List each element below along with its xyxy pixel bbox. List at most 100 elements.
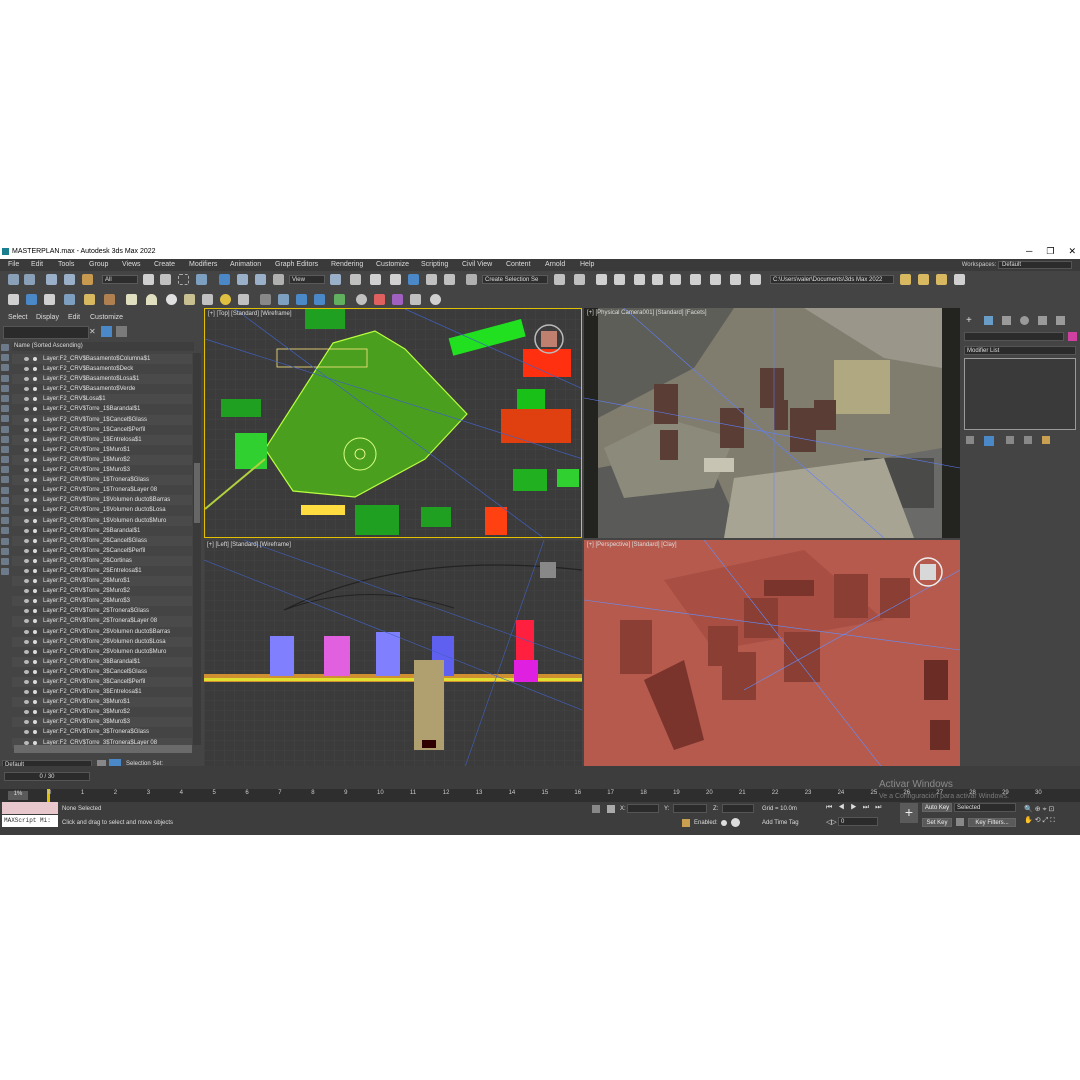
schematic-view-icon[interactable]	[670, 274, 681, 285]
eye-icon[interactable]	[24, 548, 29, 553]
align-icon[interactable]	[574, 274, 585, 285]
maxscript-listener-input[interactable]	[2, 802, 58, 814]
eye-icon[interactable]	[24, 437, 29, 442]
funnel-icon[interactable]	[1, 537, 9, 545]
sun-icon[interactable]	[220, 294, 231, 305]
menu-rendering[interactable]: Rendering	[331, 261, 363, 268]
time-slider[interactable]: 0 / 30	[4, 772, 90, 781]
edit-named-selection-icon[interactable]	[466, 274, 477, 285]
create-icon[interactable]	[26, 294, 37, 305]
geosphere-icon[interactable]	[166, 294, 177, 305]
layer-row[interactable]: Layer:F2_CRV$Torre_2$Tronera$Layer 08	[12, 616, 192, 627]
playback-controls[interactable]: ⏮◀▶⏭⏭	[826, 804, 896, 813]
light-bulb-icon[interactable]	[33, 407, 37, 412]
viewport-top[interactable]: [+] [Top] [Standard] [Wireframe]	[204, 308, 582, 538]
eye-icon[interactable]	[24, 740, 29, 745]
toggle-scene-explorer-icon[interactable]	[596, 274, 607, 285]
dome-icon[interactable]	[146, 294, 157, 305]
layer-row[interactable]: Layer:F2_CRV$Torre_2$Muro$2	[12, 586, 192, 596]
key-mode-icon[interactable]: ◁▷	[826, 818, 837, 826]
layer-row[interactable]: Layer:F2_CRV$Torre_3$Cancel$Perfil	[12, 677, 192, 688]
spinner-snap-icon[interactable]	[444, 274, 455, 285]
layer-row[interactable]: Layer:F2_CRV$Basamento$Verde	[12, 384, 192, 394]
isolate-selection-icon[interactable]	[592, 805, 600, 813]
motion-tab-icon[interactable]	[1020, 316, 1029, 325]
auto-key-button[interactable]: Auto Key	[922, 803, 952, 812]
unlink-icon[interactable]	[64, 274, 75, 285]
menu-file[interactable]: File	[8, 261, 19, 268]
name-column-header[interactable]: Name (Sorted Ascending)	[12, 342, 194, 351]
render-sphere-icon[interactable]	[356, 294, 367, 305]
eye-icon[interactable]	[24, 377, 29, 382]
redo-icon[interactable]	[24, 274, 35, 285]
layer-row[interactable]: Layer:F2_CRV$Torre_1$Muro$3	[12, 465, 192, 475]
viewport-icon[interactable]	[44, 294, 55, 305]
frozen-filter-icon[interactable]	[1, 466, 9, 474]
eye-icon[interactable]	[24, 720, 29, 725]
layer-row[interactable]: Layer:F2_CRV$Torre_3$Entrelosa$1	[12, 687, 192, 697]
material-palette-icon[interactable]	[374, 294, 385, 305]
timeline-mini-curve-icon[interactable]: 1%	[8, 791, 28, 800]
workspaces[interactable]: Workspaces: Default	[962, 261, 1072, 269]
rotate-icon[interactable]	[237, 274, 248, 285]
menu-group[interactable]: Group	[89, 261, 108, 268]
layer-row[interactable]: Layer:F2_CRV$Torre_2$Entrelosa$1	[12, 566, 192, 576]
key-filters-button[interactable]: Key Filters...	[968, 818, 1016, 827]
light-bulb-icon[interactable]	[33, 518, 37, 523]
render-production-icon[interactable]	[750, 274, 761, 285]
layer-row[interactable]: Layer:F2_CRV$Torre_2$Volumen ducto$Losa	[12, 636, 192, 647]
rendered-frame-window-icon[interactable]	[730, 274, 741, 285]
geometry-filter-icon[interactable]	[1, 364, 9, 372]
light-bulb-icon[interactable]	[33, 468, 37, 473]
light-bulb-icon[interactable]	[33, 488, 37, 493]
layer-row[interactable]: Layer:F2_CRV$Basamento$Deck	[12, 364, 192, 374]
light-bulb-icon[interactable]	[33, 568, 37, 573]
eye-icon[interactable]	[24, 710, 29, 715]
eye-icon[interactable]	[24, 407, 29, 412]
light-bulb-icon[interactable]	[33, 427, 37, 432]
eye-icon[interactable]	[24, 589, 29, 594]
foliage-icon[interactable]	[334, 294, 345, 305]
mirror-icon[interactable]	[554, 274, 565, 285]
eye-icon[interactable]	[24, 700, 29, 705]
sort-icon[interactable]	[1, 517, 9, 525]
placement-icon[interactable]	[273, 274, 284, 285]
collapse-icon[interactable]	[1, 568, 9, 576]
layer-row[interactable]: Layer:F2_CRV$Torre_1$Volumen ducto$Muro	[12, 515, 192, 526]
explorer-scrollbar[interactable]	[193, 353, 201, 745]
select-object-icon[interactable]	[143, 274, 154, 285]
light-bulb-icon[interactable]	[33, 579, 37, 584]
eye-icon[interactable]	[24, 397, 29, 402]
light-bulb-icon[interactable]	[33, 447, 37, 452]
scale-icon[interactable]	[255, 274, 266, 285]
eye-icon[interactable]	[24, 599, 29, 604]
light-icon[interactable]	[84, 294, 95, 305]
light-bulb-icon[interactable]	[33, 720, 37, 725]
eye-icon[interactable]	[24, 690, 29, 695]
light-bulb-icon[interactable]	[33, 377, 37, 382]
spacewarp-filter-icon[interactable]	[1, 415, 9, 423]
select-by-name-icon[interactable]	[160, 274, 171, 285]
light-bulb-icon[interactable]	[33, 357, 37, 361]
project-folder-icon[interactable]	[918, 274, 929, 285]
cone-icon[interactable]	[202, 294, 213, 305]
keyboard-shortcut-icon[interactable]	[370, 274, 381, 285]
layer-row[interactable]: Layer:F2_CRV$Torre_2$Volumen ducto$Barra…	[12, 627, 192, 637]
display-all-icon[interactable]	[1, 354, 9, 362]
eye-icon[interactable]	[24, 387, 29, 392]
grid-icon[interactable]	[260, 294, 271, 305]
maximize-button[interactable]: ❐	[1046, 246, 1054, 257]
layer-row[interactable]: Layer:F2_CRV$Torre_3$Cancel$Glass	[12, 667, 192, 677]
explorer-tab-edit[interactable]: Edit	[68, 314, 80, 321]
viewport-top-label[interactable]: [+] [Top] [Standard] [Wireframe]	[208, 311, 292, 317]
layer-row[interactable]: Layer:F2_CRV$Torre_1$Volumen ducto$Losa	[12, 505, 192, 515]
light-bulb-icon[interactable]	[33, 669, 37, 674]
key-mode-toggle-icon[interactable]	[956, 818, 964, 826]
sync-icon[interactable]	[1, 557, 9, 565]
eye-icon[interactable]	[24, 680, 29, 684]
light-bulb-icon[interactable]	[33, 589, 37, 594]
selection-filter-dropdown[interactable]: All	[102, 275, 138, 284]
menu-views[interactable]: Views	[122, 261, 141, 268]
layer-row[interactable]: Layer:F2_CRV$Torre_1$Cancel$Perfil	[12, 425, 192, 435]
utilities-tab-icon[interactable]	[1056, 316, 1065, 325]
